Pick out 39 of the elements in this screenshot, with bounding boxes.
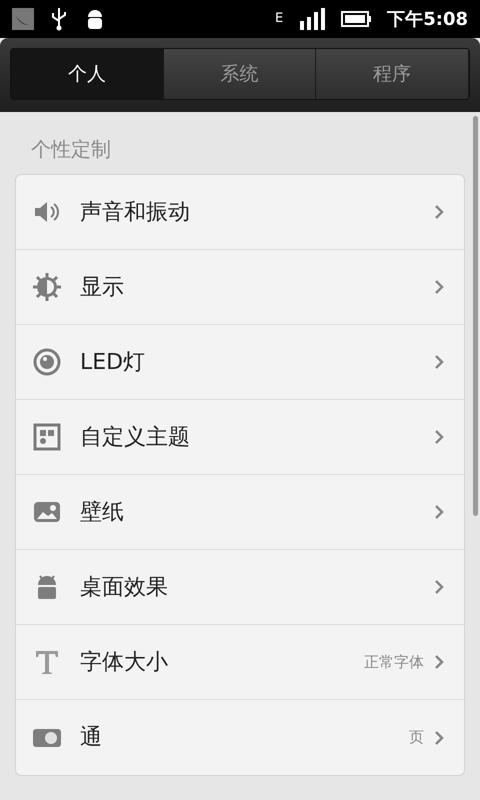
settings-row[interactable]: 桌面效果	[16, 550, 464, 625]
row-label: 声音和振动	[80, 198, 191, 226]
chevron-icon	[434, 429, 444, 445]
chevron-icon	[434, 579, 444, 595]
chevron-icon	[434, 730, 444, 746]
row-label: 字体大小	[80, 648, 169, 676]
section-header: 个性定制	[30, 136, 112, 163]
app-icon	[12, 8, 34, 30]
tab[interactable]: 系统	[164, 49, 316, 99]
row-value: 页	[409, 727, 424, 748]
brightness-icon	[32, 272, 62, 302]
tab[interactable]: 个人	[11, 49, 164, 99]
row-value: 正常字体	[364, 652, 424, 673]
chevron-icon	[434, 204, 444, 220]
chevron-icon	[434, 504, 444, 520]
chevron-icon	[434, 654, 444, 670]
signal-icon	[299, 8, 326, 30]
row-label: 桌面效果	[80, 574, 169, 602]
row-label: 自定义主题	[80, 424, 191, 452]
settings-row[interactable]: 声音和振动	[16, 175, 464, 250]
settings-row[interactable]: 显示	[16, 250, 464, 325]
battery-icon	[341, 11, 372, 27]
settings-row[interactable]: 自定义主题	[16, 400, 464, 475]
settings-row[interactable]: 壁纸	[16, 475, 464, 550]
led-icon	[32, 347, 62, 377]
settings-row[interactable]: 通 页	[16, 700, 464, 775]
row-label: 壁纸	[80, 498, 125, 526]
chevron-icon	[434, 354, 444, 370]
chevron-icon	[434, 279, 444, 295]
usb-icon	[50, 7, 68, 31]
network-indicator: E	[275, 10, 284, 28]
tab[interactable]: 程序	[316, 49, 469, 99]
row-label: 显示	[80, 274, 125, 302]
settings-row[interactable]: LED灯	[16, 325, 464, 400]
row-label: LED灯	[80, 348, 146, 376]
clock: 下午5:08	[387, 8, 468, 32]
grid-icon	[32, 422, 62, 452]
row-label: 通	[80, 724, 103, 752]
settings-row[interactable]: 字体大小 正常字体	[16, 625, 464, 700]
